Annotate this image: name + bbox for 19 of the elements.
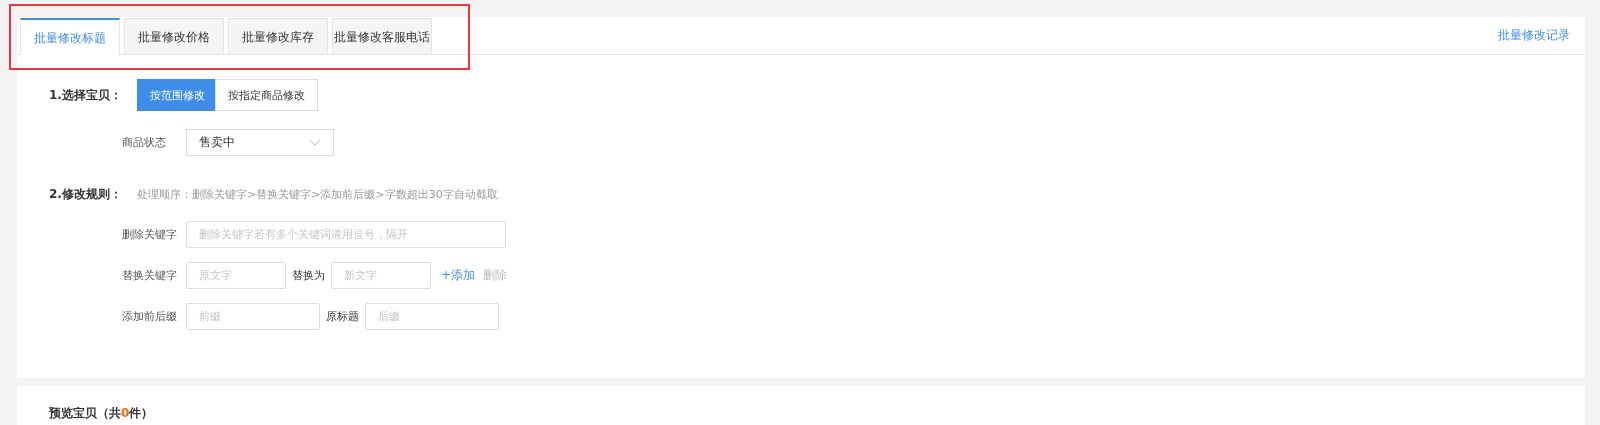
section-label: 2.修改规则： bbox=[49, 186, 123, 203]
section-label: 1.选择宝贝： bbox=[49, 86, 123, 104]
tab[interactable]: 批量修改客服电话 bbox=[332, 18, 432, 54]
chevron-down-icon bbox=[309, 139, 321, 146]
hint-text: 处理顺序：删除关键字>替换关键字>添加前后缀>字数超出30字自动截取 bbox=[137, 187, 498, 202]
history-link[interactable]: 批量修改记录 bbox=[1498, 27, 1570, 44]
tab[interactable]: 批量修改库存 bbox=[228, 18, 328, 54]
field-label: 替换关键字 bbox=[122, 268, 178, 283]
field-label: 删除关键字 bbox=[122, 227, 178, 242]
add-link[interactable]: +添加 bbox=[441, 267, 476, 284]
field-label: 替换为 bbox=[292, 268, 325, 283]
field-label: 商品状态 bbox=[122, 135, 167, 150]
field-label: 原标题 bbox=[326, 309, 359, 324]
tab[interactable]: 批量修改价格 bbox=[124, 18, 224, 54]
status-dropdown[interactable]: 售卖中 bbox=[186, 129, 334, 156]
field-label: 添加前后缀 bbox=[122, 309, 178, 324]
tab[interactable]: 批量修改标题 bbox=[20, 18, 120, 55]
preview-title: 预览宝贝（共0件） bbox=[49, 406, 154, 420]
mode-button[interactable]: 按指定商品修改 bbox=[215, 79, 318, 111]
